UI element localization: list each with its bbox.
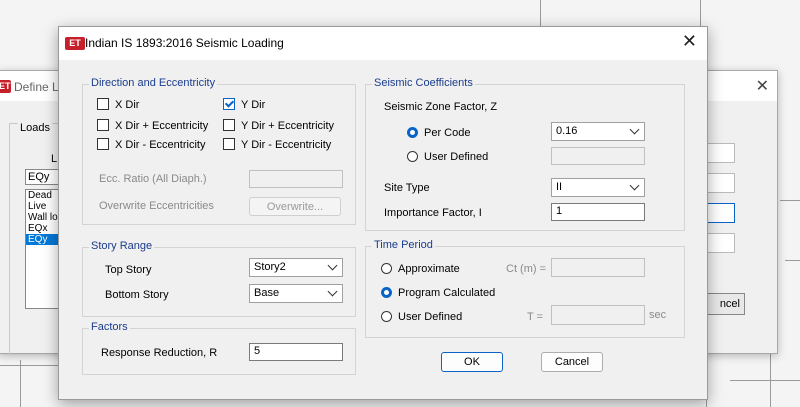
load-list-item[interactable]: EQx: [26, 223, 58, 234]
site-type-label: Site Type: [384, 182, 430, 194]
ok-button[interactable]: OK: [441, 352, 503, 372]
program-calculated-radio[interactable]: Program Calculated: [381, 287, 495, 299]
checkbox-icon: [97, 119, 109, 131]
dialog-title: Indian IS 1893:2016 Seismic Loading: [85, 36, 284, 50]
response-reduction-label: Response Reduction, R: [101, 347, 218, 359]
cancel-button[interactable]: Cancel: [541, 352, 603, 372]
y-dir-plus-ecc-checkbox[interactable]: Y Dir + Eccentricity: [223, 119, 334, 132]
ecc-ratio-input[interactable]: [249, 170, 343, 188]
bottom-story-select[interactable]: Base: [249, 284, 343, 303]
back-field-1[interactable]: [707, 143, 735, 163]
per-code-radio[interactable]: Per Code: [407, 127, 470, 139]
checkbox-icon: [223, 138, 235, 150]
back-field-2[interactable]: [707, 173, 735, 193]
ct-input[interactable]: [551, 258, 645, 277]
importance-factor-input[interactable]: 1: [551, 203, 645, 221]
load-list-item[interactable]: EQy: [26, 234, 58, 245]
response-reduction-input[interactable]: 5: [249, 343, 343, 361]
ct-label: Ct (m) =: [506, 263, 547, 275]
user-defined-zone-input[interactable]: [551, 147, 645, 165]
back-field-3[interactable]: [707, 203, 735, 223]
overwrite-ecc-label: Overwrite Eccentricities: [99, 200, 214, 212]
x-dir-checkbox[interactable]: X Dir: [97, 98, 139, 111]
radio-selected-icon: [407, 127, 418, 138]
story-range-label: Story Range: [89, 240, 155, 252]
etabs-logo-icon: ET: [0, 80, 11, 93]
zone-factor-label: Seismic Zone Factor, Z: [384, 101, 498, 113]
etabs-logo-icon: ET: [65, 37, 85, 50]
checkbox-icon: [223, 119, 235, 131]
user-defined-zone-radio[interactable]: User Defined: [407, 151, 488, 163]
close-icon[interactable]: ✕: [682, 31, 697, 52]
close-icon[interactable]: ✕: [756, 76, 769, 96]
dialog-titlebar: ET Indian IS 1893:2016 Seismic Loading ✕: [59, 27, 707, 60]
site-type-select[interactable]: II: [551, 178, 645, 197]
zone-factor-select[interactable]: 0.16: [551, 122, 645, 141]
seismic-coefficients-label: Seismic Coefficients: [372, 77, 475, 89]
checkbox-icon: [97, 98, 109, 110]
y-dir-checkbox[interactable]: Y Dir: [223, 98, 265, 111]
load-name-label: L: [51, 153, 58, 165]
y-dir-minus-ecc-checkbox[interactable]: Y Dir - Eccentricity: [223, 138, 331, 151]
chevron-down-icon: [327, 286, 338, 297]
chevron-down-icon: [629, 180, 640, 191]
radio-icon: [381, 263, 392, 274]
back-cancel-button[interactable]: ncel: [707, 293, 745, 315]
loads-group-label: Loads: [18, 122, 52, 134]
load-list-item[interactable]: Wall lo: [26, 212, 58, 223]
checkbox-icon: [97, 138, 109, 150]
ecc-ratio-label: Ecc. Ratio (All Diaph.): [99, 173, 207, 185]
user-defined-period-radio[interactable]: User Defined: [381, 311, 462, 323]
load-list-item[interactable]: Live: [26, 201, 58, 212]
load-list-item[interactable]: Dead: [26, 190, 58, 201]
chevron-down-icon: [629, 124, 640, 135]
t-input[interactable]: [551, 305, 645, 325]
seismic-loading-dialog: ET Indian IS 1893:2016 Seismic Loading ✕…: [58, 26, 708, 400]
direction-group-label: Direction and Eccentricity: [89, 77, 218, 89]
checkbox-checked-icon: [223, 98, 235, 110]
t-label: T =: [527, 311, 544, 323]
time-period-label: Time Period: [372, 239, 435, 251]
factors-label: Factors: [89, 321, 130, 333]
back-field-4[interactable]: [707, 233, 735, 253]
radio-selected-icon: [381, 287, 392, 298]
radio-icon: [381, 311, 392, 322]
approximate-radio[interactable]: Approximate: [381, 263, 460, 275]
top-story-select[interactable]: Story2: [249, 258, 343, 277]
define-load-title: Define L: [14, 80, 59, 94]
bottom-story-label: Bottom Story: [105, 289, 169, 301]
x-dir-plus-ecc-checkbox[interactable]: X Dir + Eccentricity: [97, 119, 208, 132]
importance-factor-label: Importance Factor, I: [384, 207, 482, 219]
loads-list[interactable]: Dead Live Wall lo EQx EQy: [25, 189, 59, 309]
load-name-input[interactable]: EQy: [25, 169, 59, 185]
overwrite-button[interactable]: Overwrite...: [249, 197, 341, 216]
chevron-down-icon: [327, 260, 338, 271]
x-dir-minus-ecc-checkbox[interactable]: X Dir - Eccentricity: [97, 138, 205, 151]
radio-icon: [407, 151, 418, 162]
top-story-label: Top Story: [105, 264, 152, 276]
sec-label: sec: [649, 309, 667, 321]
